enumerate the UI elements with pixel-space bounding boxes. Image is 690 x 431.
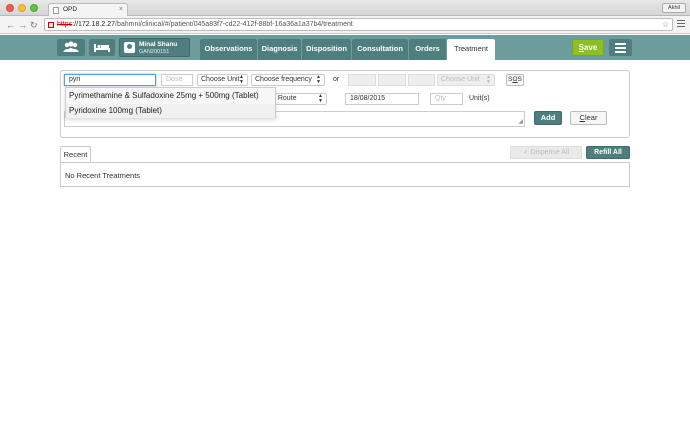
browser-toolbar: ← → ↻ https://172.18.2.27/bahmni/clinica…	[0, 16, 690, 34]
browser-tab-title: OPD	[63, 6, 78, 13]
maximize-window-icon[interactable]	[30, 4, 38, 12]
select-arrows-icon: ▲ ▼	[239, 74, 244, 85]
browser-titlebar: OPD × Akhil	[0, 0, 690, 16]
dose-afternoon-input	[378, 74, 406, 86]
select-arrows-icon: ▲ ▼	[316, 74, 321, 85]
autocomplete-option[interactable]: Pyrimethamine & Sulfadoxine 25mg + 500mg…	[66, 89, 275, 103]
bed-management-button[interactable]	[89, 39, 115, 56]
empty-state-text: No Recent Treatments	[65, 171, 141, 180]
browser-tab[interactable]: OPD ×	[48, 3, 128, 16]
back-arrow-icon[interactable]: ←	[6, 19, 15, 31]
dispense-all-button: ✓ Dispense All	[510, 146, 582, 159]
tab-orders[interactable]: Orders	[409, 39, 446, 60]
app-header: Minal Shanu GAN200151 Observations Diagn…	[0, 35, 690, 60]
tab-recent[interactable]: Recent	[60, 146, 91, 163]
patient-info-button[interactable]: Minal Shanu GAN200151	[119, 38, 190, 57]
patient-name: Minal Shanu	[139, 41, 178, 48]
url-path: /bahmni/clinical/#/patient/045a83f7-cd22…	[115, 21, 353, 28]
save-button[interactable]: Save	[572, 39, 604, 56]
browser-menu-icon[interactable]	[677, 20, 685, 28]
tab-close-icon[interactable]: ×	[119, 4, 123, 16]
insecure-lock-icon	[48, 22, 54, 28]
drug-name-input[interactable]: pyri	[64, 74, 156, 86]
quantity-input[interactable]: Qty	[430, 93, 463, 105]
minimize-window-icon[interactable]	[18, 4, 26, 12]
resize-grip-icon[interactable]: ◢	[518, 119, 523, 125]
forward-arrow-icon[interactable]: →	[18, 19, 27, 31]
tab-observations[interactable]: Observations	[200, 39, 257, 60]
select-arrows-icon: ▲ ▼	[318, 93, 323, 104]
quantity-unit-label: Unit(s)	[469, 95, 490, 102]
tab-disposition[interactable]: Disposition	[302, 39, 351, 60]
address-bar[interactable]: https://172.18.2.27/bahmni/clinical/#/pa…	[44, 18, 673, 31]
dose-evening-input	[408, 74, 435, 86]
url-host: ://172.18.2.27	[72, 21, 116, 28]
dose-unit-select[interactable]: Choose Unit ▲ ▼	[197, 74, 248, 86]
clear-button[interactable]: Clear	[570, 111, 607, 125]
tab-treatment[interactable]: Treatment	[447, 39, 495, 60]
app-menu-button[interactable]	[609, 39, 632, 56]
start-date-input[interactable]: 18/08/2015	[345, 93, 419, 105]
refill-all-button[interactable]: Refill All	[586, 146, 630, 159]
add-button[interactable]: Add	[534, 111, 562, 125]
dose-morning-input	[348, 74, 376, 86]
recent-treatments-panel: No Recent Treatments	[60, 162, 630, 187]
dose-input[interactable]: Dose	[161, 74, 193, 86]
bookmark-star-icon[interactable]: ☆	[662, 19, 669, 30]
users-icon	[63, 41, 79, 52]
frequency-select[interactable]: Choose frequency ▲ ▼	[251, 74, 325, 86]
patients-button[interactable]	[57, 39, 85, 56]
tab-diagnosis[interactable]: Diagnosis	[258, 39, 301, 60]
close-window-icon[interactable]	[6, 4, 14, 12]
url-protocol: https	[57, 21, 73, 28]
route-select[interactable]: e Route ▲ ▼	[268, 93, 327, 105]
bed-icon	[94, 44, 110, 52]
select-arrows-icon: ▲ ▼	[486, 74, 491, 85]
drug-autocomplete-dropdown: Pyrimethamine & Sulfadoxine 25mg + 500mg…	[65, 87, 276, 118]
split-dose-unit-select: Choose Unit ▲ ▼	[437, 74, 495, 86]
patient-avatar-icon	[124, 42, 135, 53]
reload-icon[interactable]: ↻	[30, 19, 38, 31]
autocomplete-option[interactable]: Pyridoxine 100mg (Tablet)	[66, 104, 275, 118]
page-favicon-icon	[53, 7, 59, 14]
patient-id: GAN200151	[139, 49, 170, 55]
or-label: or	[333, 76, 340, 83]
sos-button[interactable]: SOS	[506, 74, 524, 86]
tab-consultation[interactable]: Consultation	[352, 39, 408, 60]
browser-profile-button[interactable]: Akhil	[662, 3, 686, 13]
